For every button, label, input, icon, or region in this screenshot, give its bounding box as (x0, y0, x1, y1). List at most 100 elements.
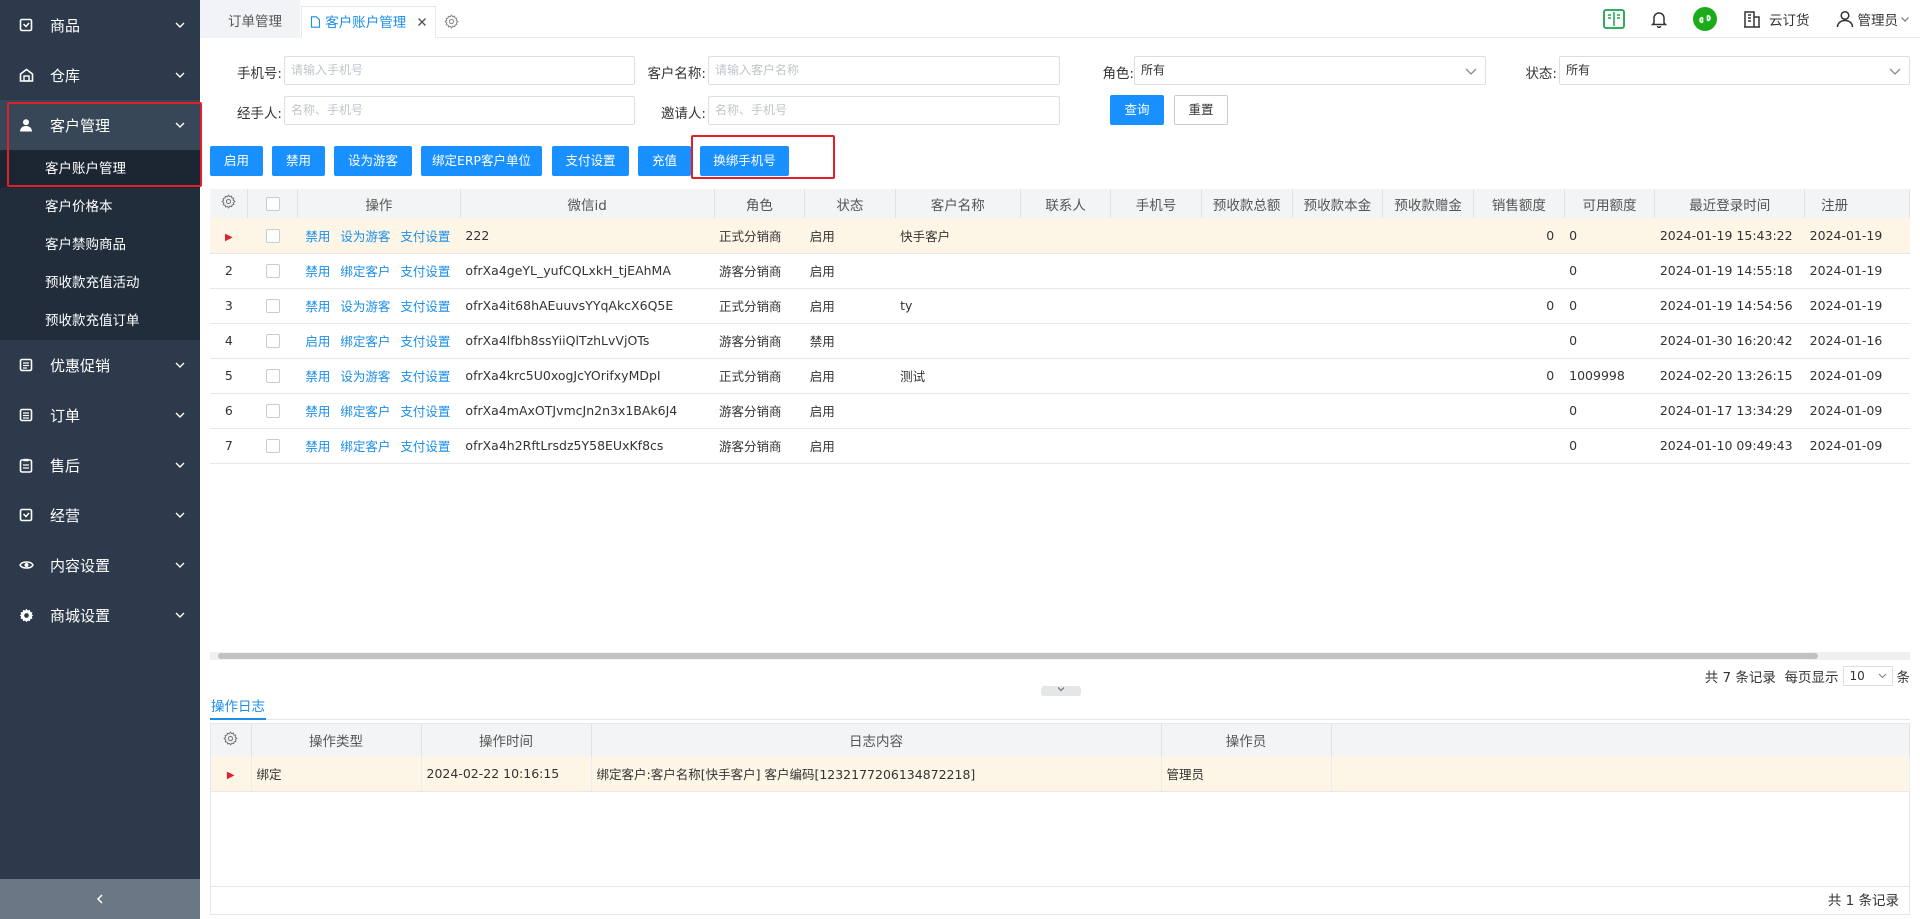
company-switcher[interactable]: 云订货 (1743, 9, 1810, 29)
phone-input[interactable]: 请输入手机号 (284, 56, 635, 85)
menu-customer[interactable]: 客户管理 (0, 100, 200, 150)
row-checkbox-cell[interactable] (247, 428, 298, 464)
row-action-link[interactable]: 绑定客户 (340, 334, 390, 349)
table-row[interactable]: 3 禁用 设为游客 支付设置 ofrXa4it68hAEuuvsYYqAkcX6Q5E 正… (210, 288, 1910, 324)
reset-button[interactable]: 重置 (1174, 95, 1228, 125)
checkbox[interactable] (265, 404, 280, 419)
checkbox[interactable] (265, 196, 280, 211)
row-action-link[interactable]: 启用 (305, 334, 330, 349)
row-checkbox-cell[interactable] (247, 253, 298, 289)
column-header[interactable]: 操作员 (1161, 724, 1332, 756)
help-book-button[interactable] (1603, 9, 1625, 29)
checkbox[interactable] (265, 264, 280, 279)
set-guest-button[interactable]: 设为游客 (334, 146, 412, 176)
query-button[interactable]: 查询 (1110, 95, 1164, 125)
row-action-link[interactable]: 禁用 (305, 369, 330, 384)
mini-program-button[interactable] (1693, 7, 1717, 31)
row-action-link[interactable]: 支付设置 (400, 439, 450, 454)
checkbox[interactable] (265, 439, 280, 454)
row-action-link[interactable]: 禁用 (305, 439, 330, 454)
handler-input[interactable]: 名称、手机号 (284, 96, 635, 125)
menu-mall-settings[interactable]: 商城设置 (0, 590, 200, 640)
column-header[interactable]: 角色 (714, 189, 806, 218)
tab-operation-log[interactable]: 操作日志 (210, 695, 266, 720)
column-header[interactable]: 微信id (460, 189, 715, 218)
column-header[interactable]: 联系人 (1020, 189, 1112, 218)
row-action-link[interactable]: 支付设置 (400, 404, 450, 419)
collapse-sidebar-button[interactable] (0, 879, 200, 919)
row-action-link[interactable]: 绑定客户 (340, 439, 390, 454)
row-action-link[interactable]: 设为游客 (340, 369, 390, 384)
tab-order-management[interactable]: 订单管理 (228, 6, 282, 38)
log-column-settings[interactable] (211, 724, 252, 756)
column-header[interactable]: 操作时间 (421, 724, 592, 756)
horizontal-scrollbar[interactable] (210, 652, 1910, 660)
scrollbar-thumb[interactable] (218, 653, 1818, 659)
column-header[interactable]: 预收款总额 (1201, 189, 1293, 218)
row-action-link[interactable]: 绑定客户 (340, 264, 390, 279)
table-row[interactable]: 5 禁用 设为游客 支付设置 ofrXa4krc5U0xogJcYOrifxyMDpI 正… (210, 358, 1910, 394)
row-action-link[interactable]: 禁用 (305, 264, 330, 279)
tab-customer-account[interactable]: 客户账户管理 (301, 6, 436, 38)
row-action-link[interactable]: 支付设置 (400, 334, 450, 349)
row-action-link[interactable]: 禁用 (305, 229, 330, 244)
row-checkbox-cell[interactable] (247, 358, 298, 394)
row-action-link[interactable]: 禁用 (305, 404, 330, 419)
table-row[interactable]: ▶ 禁用 设为游客 支付设置 222 正式分销商 启用 快手客户 0 0 2024-01-19 15… (210, 218, 1910, 254)
column-header[interactable]: 预收款赠金 (1382, 189, 1475, 218)
table-row[interactable]: 6 禁用 绑定客户 支付设置 ofrXa4mAxOTJvmcJn2n3x1BAk6J4 游… (210, 393, 1910, 429)
row-action-link[interactable]: 设为游客 (340, 299, 390, 314)
row-action-link[interactable]: 设为游客 (340, 229, 390, 244)
inviter-input[interactable]: 名称、手机号 (708, 96, 1060, 125)
sub-item-recharge-activity[interactable]: 预收款充值活动 (0, 264, 200, 302)
row-action-link[interactable]: 绑定客户 (340, 404, 390, 419)
menu-aftersale[interactable]: 售后 (0, 440, 200, 490)
row-action-link[interactable]: 支付设置 (400, 299, 450, 314)
row-checkbox-cell[interactable] (247, 218, 298, 254)
checkbox[interactable] (265, 299, 280, 314)
role-select[interactable]: 所有 (1134, 56, 1486, 85)
column-header[interactable]: 最近登录时间 (1654, 189, 1806, 218)
column-header[interactable]: 日志内容 (591, 724, 1162, 756)
row-action-link[interactable]: 禁用 (305, 299, 330, 314)
column-header[interactable]: 注册 (1804, 189, 1910, 218)
page-size-select[interactable]: 10 (1842, 666, 1893, 686)
column-header[interactable]: 操作 (297, 189, 461, 218)
column-header[interactable]: 手机号 (1110, 189, 1202, 218)
column-header[interactable]: 客户名称 (895, 189, 1021, 218)
row-checkbox-cell[interactable] (247, 323, 298, 359)
recharge-button[interactable]: 充值 (638, 146, 691, 176)
tab-settings-button[interactable] (444, 9, 459, 41)
close-icon[interactable] (417, 17, 427, 27)
table-row[interactable]: 4 启用 绑定客户 支付设置 ofrXa4lfbh8ssYiiQlTzhLvVjOTs 游… (210, 323, 1910, 359)
column-header[interactable]: 预收款本金 (1292, 189, 1384, 218)
checkbox[interactable] (265, 369, 280, 384)
sub-item-account[interactable]: 客户账户管理 (0, 150, 200, 188)
row-action-link[interactable]: 支付设置 (400, 369, 450, 384)
select-all-checkbox[interactable] (247, 189, 298, 218)
column-header[interactable]: 状态 (804, 189, 896, 218)
rebind-phone-button[interactable]: 换绑手机号 (700, 146, 789, 176)
sub-item-recharge-order[interactable]: 预收款充值订单 (0, 302, 200, 340)
bind-erp-button[interactable]: 绑定ERP客户单位 (421, 146, 542, 176)
row-checkbox-cell[interactable] (247, 393, 298, 429)
menu-order[interactable]: 订单 (0, 390, 200, 440)
menu-business[interactable]: 经营 (0, 490, 200, 540)
row-action-link[interactable]: 支付设置 (400, 264, 450, 279)
disable-button[interactable]: 禁用 (272, 146, 325, 176)
menu-warehouse[interactable]: 仓库 (0, 50, 200, 100)
enable-button[interactable]: 启用 (210, 146, 263, 176)
column-settings[interactable] (210, 189, 249, 218)
checkbox[interactable] (265, 229, 280, 243)
menu-product[interactable]: 商品 (0, 0, 200, 50)
table-row[interactable]: 2 禁用 绑定客户 支付设置 ofrXa4geYL_yufCQLxkH_tjEAhMA 游… (210, 253, 1910, 289)
payment-settings-button[interactable]: 支付设置 (552, 146, 629, 176)
column-header[interactable]: 可用额度 (1564, 189, 1656, 218)
status-select[interactable]: 所有 (1559, 56, 1910, 85)
sub-item-price[interactable]: 客户价格本 (0, 188, 200, 226)
row-checkbox-cell[interactable] (247, 288, 298, 324)
column-header[interactable]: 操作类型 (251, 724, 422, 756)
row-action-link[interactable]: 支付设置 (400, 229, 450, 244)
log-row[interactable]: ▶ 绑定 2024-02-22 10:16:15 绑定客户:客户名称[快手客户]… (211, 756, 1910, 792)
table-row[interactable]: 7 禁用 绑定客户 支付设置 ofrXa4h2RftLrsdz5Y58EUxKf8cs 游… (210, 428, 1910, 464)
